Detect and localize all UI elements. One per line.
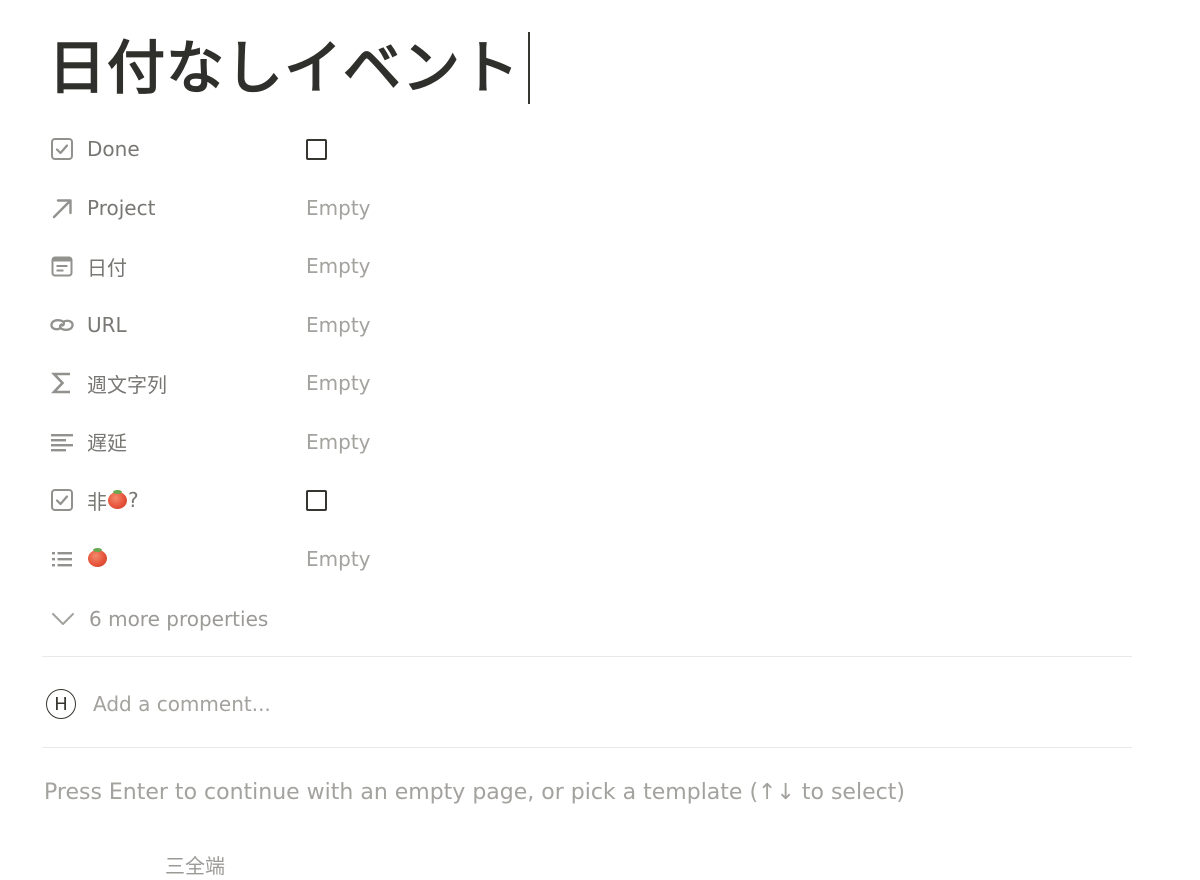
divider (42, 656, 1132, 657)
template-item-partial[interactable]: 三全端 (165, 852, 225, 880)
property-value-date[interactable]: Empty (306, 246, 371, 286)
property-label: 週文字列 (87, 372, 167, 397)
property-name-url[interactable]: URL (44, 305, 306, 345)
text-lines-icon (49, 429, 75, 455)
template-hint: Press Enter to continue with an empty pa… (44, 780, 905, 805)
property-row-week-string: 週文字列 Empty (44, 354, 1134, 413)
property-value-done[interactable] (306, 129, 327, 169)
property-row-url: URL Empty (44, 296, 1134, 355)
calendar-icon (49, 253, 75, 279)
property-row-date: 日付 Empty (44, 237, 1134, 296)
avatar: H (46, 689, 76, 719)
chevron-down-icon (50, 606, 76, 632)
property-label: 非 ? (87, 486, 139, 515)
label-suffix: ? (128, 488, 139, 513)
relation-arrow-icon (49, 195, 75, 221)
property-name-date[interactable]: 日付 (44, 246, 306, 286)
checkbox-property-icon (49, 136, 75, 162)
property-label: URL (87, 312, 127, 337)
more-properties-label: 6 more properties (89, 607, 269, 631)
non-tomato-checkbox[interactable] (306, 489, 327, 511)
property-row-delay: 遅延 Empty (44, 413, 1134, 472)
page-title[interactable]: 日付なしイベント (48, 28, 520, 108)
tomato-emoji (88, 548, 107, 568)
property-label: 遅延 (87, 431, 127, 456)
sigma-formula-icon (49, 370, 75, 396)
list-icon (49, 546, 75, 572)
property-row-project: Project Empty (44, 179, 1134, 238)
property-name-tomato[interactable] (44, 539, 306, 579)
comment-input[interactable] (93, 692, 693, 716)
property-value-project[interactable]: Empty (306, 188, 371, 228)
property-value-tomato[interactable]: Empty (306, 539, 371, 579)
checkbox-property-icon (49, 487, 75, 513)
property-row-non-tomato: 非 ? (44, 471, 1134, 530)
properties-list: Done Project Empty 日付 Empty URL Empty 週文… (44, 120, 1134, 650)
property-name-week-string[interactable]: 週文字列 (44, 363, 306, 403)
property-label: Project (87, 195, 156, 220)
property-row-tomato: Empty (44, 530, 1134, 589)
text-caret (528, 32, 531, 104)
property-value-delay[interactable]: Empty (306, 422, 371, 462)
property-row-done: Done (44, 120, 1134, 179)
property-label (87, 548, 108, 568)
property-label: 日付 (87, 255, 127, 280)
property-name-delay[interactable]: 遅延 (44, 422, 306, 462)
label-prefix: 非 (87, 489, 107, 514)
tomato-emoji (108, 489, 127, 509)
property-value-non-tomato[interactable] (306, 480, 327, 520)
property-value-url[interactable]: Empty (306, 305, 371, 345)
property-name-done[interactable]: Done (44, 129, 306, 169)
property-label: Done (87, 137, 140, 162)
divider (42, 747, 1132, 748)
comment-row: H (46, 684, 693, 724)
link-icon (49, 312, 75, 338)
property-name-non-tomato[interactable]: 非 ? (44, 480, 306, 520)
page-title-container[interactable]: 日付なしイベント (48, 28, 531, 108)
done-checkbox[interactable] (306, 138, 327, 160)
property-name-project[interactable]: Project (44, 188, 306, 228)
more-properties-toggle[interactable]: 6 more properties (44, 588, 1134, 650)
property-value-week-string[interactable]: Empty (306, 363, 371, 403)
